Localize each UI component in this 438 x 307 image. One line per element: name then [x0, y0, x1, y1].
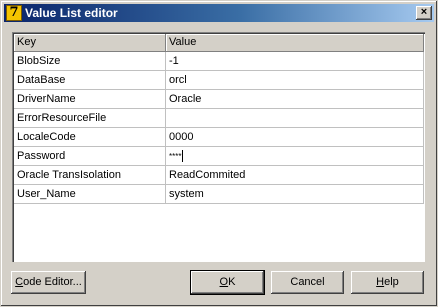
value-list-grid[interactable]: Key Value BlobSize -1 DataBase orcl Driv… — [12, 32, 425, 262]
key-cell[interactable]: ErrorResourceFile — [14, 109, 166, 128]
column-header-value[interactable]: Value — [166, 34, 424, 52]
close-icon: × — [420, 6, 428, 18]
password-masked-value: **** — [169, 152, 182, 161]
code-editor-mnemonic: C — [15, 276, 24, 288]
value-cell[interactable]: Oracle — [166, 90, 424, 109]
help-button[interactable]: Help — [351, 271, 424, 294]
code-editor-label: ode Editor... — [23, 276, 82, 288]
value-cell[interactable]: -1 — [166, 52, 424, 71]
password-value-editor[interactable]: **** — [166, 147, 424, 166]
help-mnemonic: H — [376, 276, 385, 288]
help-label: elp — [384, 276, 399, 288]
close-button[interactable]: × — [416, 6, 432, 20]
table-row[interactable]: DriverName Oracle — [14, 90, 424, 109]
table-row[interactable]: User_Name system — [14, 185, 424, 204]
key-cell[interactable]: BlobSize — [14, 52, 166, 71]
value-cell[interactable] — [166, 109, 424, 128]
app-icon: 7 — [6, 5, 22, 21]
ok-label: K — [228, 276, 236, 288]
ok-mnemonic: O — [219, 276, 229, 288]
value-list-editor-dialog: 7 Value List editor × Key Value BlobSize… — [0, 0, 438, 307]
value-cell[interactable]: system — [166, 185, 424, 204]
cancel-label: Cancel — [290, 276, 325, 288]
title-bar[interactable]: 7 Value List editor × — [4, 4, 434, 22]
code-editor-button[interactable]: Code Editor... — [11, 271, 86, 294]
window-title: Value List editor — [25, 6, 118, 20]
value-cell[interactable]: orcl — [166, 71, 424, 90]
table-row[interactable]: Oracle TransIsolation ReadCommited — [14, 166, 424, 185]
value-cell[interactable]: 0000 — [166, 128, 424, 147]
key-cell[interactable]: Oracle TransIsolation — [14, 166, 166, 185]
table-row[interactable]: LocaleCode 0000 — [14, 128, 424, 147]
ok-button[interactable]: OK — [190, 270, 265, 295]
column-header-key[interactable]: Key — [14, 34, 166, 52]
key-cell[interactable]: DataBase — [14, 71, 166, 90]
value-cell[interactable]: ReadCommited — [166, 166, 424, 185]
key-cell[interactable]: User_Name — [14, 185, 166, 204]
table-row[interactable]: DataBase orcl — [14, 71, 424, 90]
table-row[interactable]: ErrorResourceFile — [14, 109, 424, 128]
grid-header: Key Value — [14, 34, 424, 52]
key-cell[interactable]: Password — [14, 147, 166, 166]
cancel-button[interactable]: Cancel — [271, 271, 344, 294]
table-row[interactable]: Password **** — [14, 147, 424, 166]
table-row[interactable]: BlobSize -1 — [14, 52, 424, 71]
text-caret — [182, 150, 184, 162]
key-cell[interactable]: LocaleCode — [14, 128, 166, 147]
key-cell[interactable]: DriverName — [14, 90, 166, 109]
